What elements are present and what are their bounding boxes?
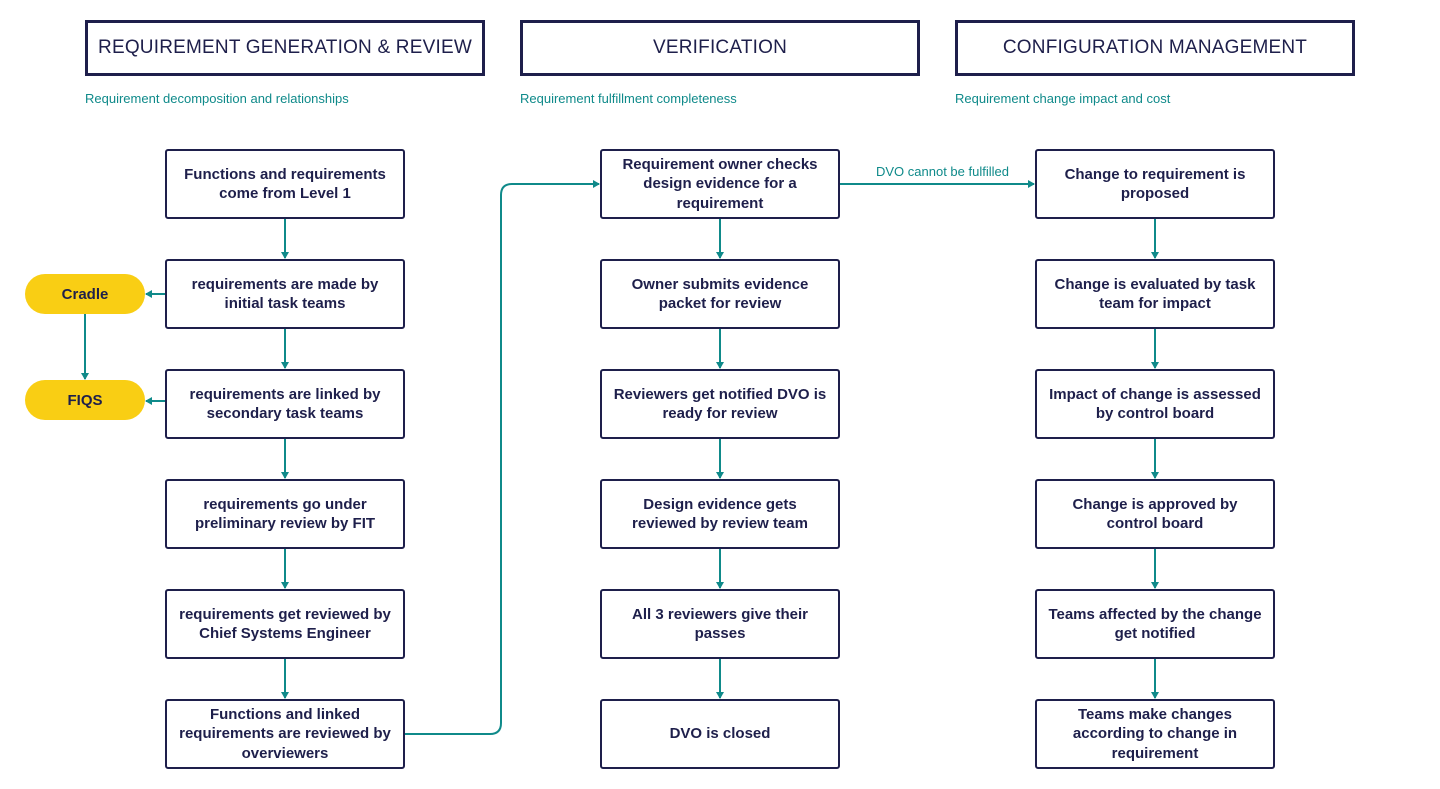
step-change-approved: Change is approved by control board <box>1035 479 1275 549</box>
step-reviewers-notified: Reviewers get notified DVO is ready for … <box>600 369 840 439</box>
step-requirements-linked: requirements are linked by secondary tas… <box>165 369 405 439</box>
step-owner-checks-evidence: Requirement owner checks design evidence… <box>600 149 840 219</box>
step-requirements-made: requirements are made by initial task te… <box>165 259 405 329</box>
edge-label-dvo-not-fulfilled: DVO cannot be fulfilled <box>876 164 1009 179</box>
tool-pill-fiqs: FIQS <box>25 380 145 420</box>
tool-pill-cradle: Cradle <box>25 274 145 314</box>
step-impact-assessed: Impact of change is assessed by control … <box>1035 369 1275 439</box>
step-functions-from-level-1: Functions and requirements come from Lev… <box>165 149 405 219</box>
step-owner-submits-packet: Owner submits evidence packet for review <box>600 259 840 329</box>
step-change-proposed: Change to requirement is proposed <box>1035 149 1275 219</box>
step-teams-notified: Teams affected by the change get notifie… <box>1035 589 1275 659</box>
step-reviewers-pass: All 3 reviewers give their passes <box>600 589 840 659</box>
step-dvo-closed: DVO is closed <box>600 699 840 769</box>
step-overviewer-review: Functions and linked requirements are re… <box>165 699 405 769</box>
step-teams-make-changes: Teams make changes according to change i… <box>1035 699 1275 769</box>
step-change-evaluated: Change is evaluated by task team for imp… <box>1035 259 1275 329</box>
step-chief-engineer-review: requirements get reviewed by Chief Syste… <box>165 589 405 659</box>
step-evidence-reviewed: Design evidence gets reviewed by review … <box>600 479 840 549</box>
step-preliminary-review: requirements go under preliminary review… <box>165 479 405 549</box>
connector-overviewers-to-verification <box>405 180 600 735</box>
